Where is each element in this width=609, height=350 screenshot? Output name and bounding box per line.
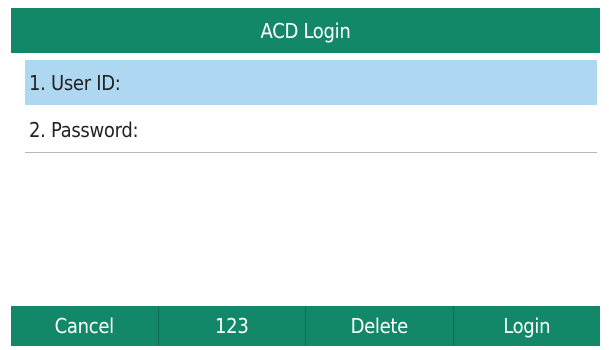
password-field[interactable]: 2. Password:	[25, 108, 597, 153]
field-list: 1. User ID: 2. Password:	[11, 53, 600, 306]
user-id-field[interactable]: 1. User ID:	[25, 60, 597, 105]
password-label: 2. Password:	[29, 118, 139, 142]
softkey-bar: Cancel 123 Delete Login	[11, 306, 600, 346]
page-title: ACD Login	[11, 8, 600, 53]
acd-login-dialog: ACD Login 1. User ID: 2. Password: Cance…	[11, 8, 600, 346]
delete-button[interactable]: Delete	[306, 306, 454, 346]
cancel-button[interactable]: Cancel	[11, 306, 159, 346]
login-button[interactable]: Login	[454, 306, 601, 346]
input-mode-123-button[interactable]: 123	[159, 306, 306, 346]
user-id-label: 1. User ID:	[29, 70, 121, 95]
phone-screen: ACD Login 1. User ID: 2. Password: Cance…	[0, 0, 609, 350]
